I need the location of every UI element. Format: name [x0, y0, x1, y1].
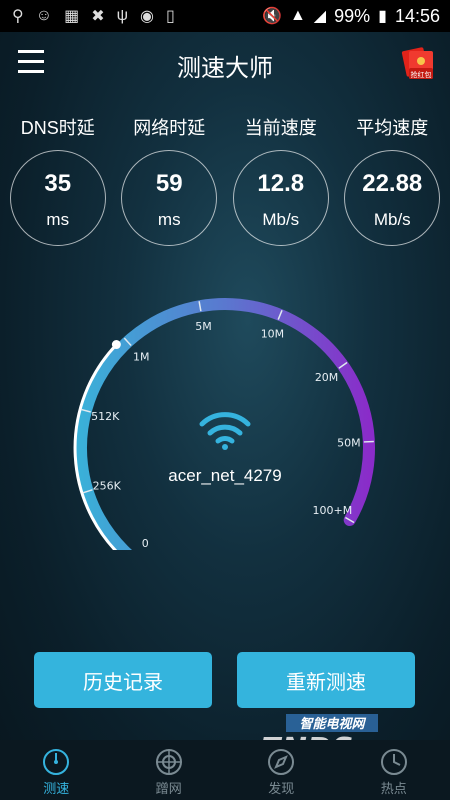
stat-current-speed: 当前速度 12.8 Mb/s: [229, 114, 333, 246]
stat-value: 35: [44, 170, 72, 197]
nav-item-wifi-share[interactable]: 蹭网: [113, 740, 226, 800]
stat-label: 网络时延: [133, 118, 206, 138]
stat-circle: 59 ms: [121, 150, 218, 246]
svg-text:智能电视网: 智能电视网: [299, 716, 366, 732]
stat-label: 当前速度: [244, 118, 317, 138]
usb-icon: ψ: [116, 7, 128, 24]
nav-label: 蹭网: [155, 781, 182, 796]
nav-item-hotspot[interactable]: 热点: [338, 740, 450, 800]
compass-icon: [268, 749, 295, 775]
stat-unit: ms: [46, 210, 70, 229]
gauge-needle-dot: [111, 340, 121, 350]
page-title: 测速大师: [177, 55, 273, 82]
nav-label: 热点: [380, 781, 407, 796]
target-icon: [155, 749, 182, 775]
stat-unit: Mb/s: [373, 210, 411, 229]
signal-icon: ◢: [313, 8, 327, 25]
nav-label: 测速: [43, 781, 70, 796]
gauge-tick-label: 5M: [195, 320, 212, 333]
network-name: acer_net_4279: [168, 466, 282, 485]
stat-value: 22.88: [362, 170, 423, 197]
battery-icon: ▮: [378, 8, 387, 25]
photos-icon: ▦: [64, 8, 80, 25]
nav-item-speedtest[interactable]: 测速: [0, 740, 113, 800]
barcode-icon: ▯: [165, 8, 175, 25]
mute-icon: 🔇: [262, 8, 282, 25]
wifi-indicator: [0, 410, 450, 455]
app-face-icon: ☺: [35, 7, 53, 24]
stats-row: DNS时延 35 ms 网络时延 59 ms 当前速度 12.8 Mb/s 平均…: [0, 114, 450, 246]
stat-unit: Mb/s: [262, 210, 300, 229]
wifi-status-icon: ▲: [289, 7, 306, 24]
gauge-tick-label: 1M: [133, 351, 150, 364]
gauge-tick-label: 100+M: [313, 504, 353, 517]
battery-percent: 99%: [334, 5, 371, 26]
app-icon: ◉: [140, 8, 154, 25]
nav-label: 发现: [268, 781, 295, 796]
gauge-tick-label: 10M: [261, 327, 285, 340]
red-packet-button[interactable]: 抢红包: [400, 46, 436, 82]
gauge-tick-label: 20M: [315, 371, 339, 384]
stat-circle: 35 ms: [9, 150, 106, 246]
gauge-tick-label: 0: [142, 537, 149, 550]
history-button[interactable]: 历史记录: [34, 652, 212, 708]
retest-button[interactable]: 重新测速: [237, 652, 415, 708]
wifi-icon: [199, 412, 251, 450]
red-packet-icon: 抢红包: [401, 47, 433, 79]
bottom-navigation: 测速 蹭网 发现 热点: [0, 740, 450, 800]
clock: 14:56: [394, 5, 440, 26]
stat-circle: 22.88 Mb/s: [344, 150, 441, 246]
red-packet-label: 抢红包: [411, 70, 432, 79]
app-header: 测速大师 抢红包: [0, 32, 450, 96]
status-bar: ⚲ ☺ ▦ ✖ ψ ◉ ▯ 🔇 ▲ ◢ 99% ▮ 14:56: [0, 0, 450, 32]
search-icon: ⚲: [12, 8, 24, 25]
stat-network-latency: 网络时延 59 ms: [117, 114, 221, 246]
stat-label: DNS时延: [20, 118, 95, 138]
stat-average-speed: 平均速度 22.88 Mb/s: [340, 114, 444, 246]
stat-unit: ms: [157, 210, 181, 229]
speedometer-icon: [43, 749, 70, 775]
stat-label: 平均速度: [356, 118, 429, 138]
hotspot-icon: [380, 749, 407, 775]
stat-dns-latency: DNS时延 35 ms: [6, 114, 110, 246]
nav-item-discover[interactable]: 发现: [225, 740, 338, 800]
stat-value: 59: [155, 170, 183, 197]
stat-circle: 12.8 Mb/s: [232, 150, 329, 246]
tools-icon: ✖: [91, 8, 105, 25]
stat-value: 12.8: [257, 170, 305, 197]
